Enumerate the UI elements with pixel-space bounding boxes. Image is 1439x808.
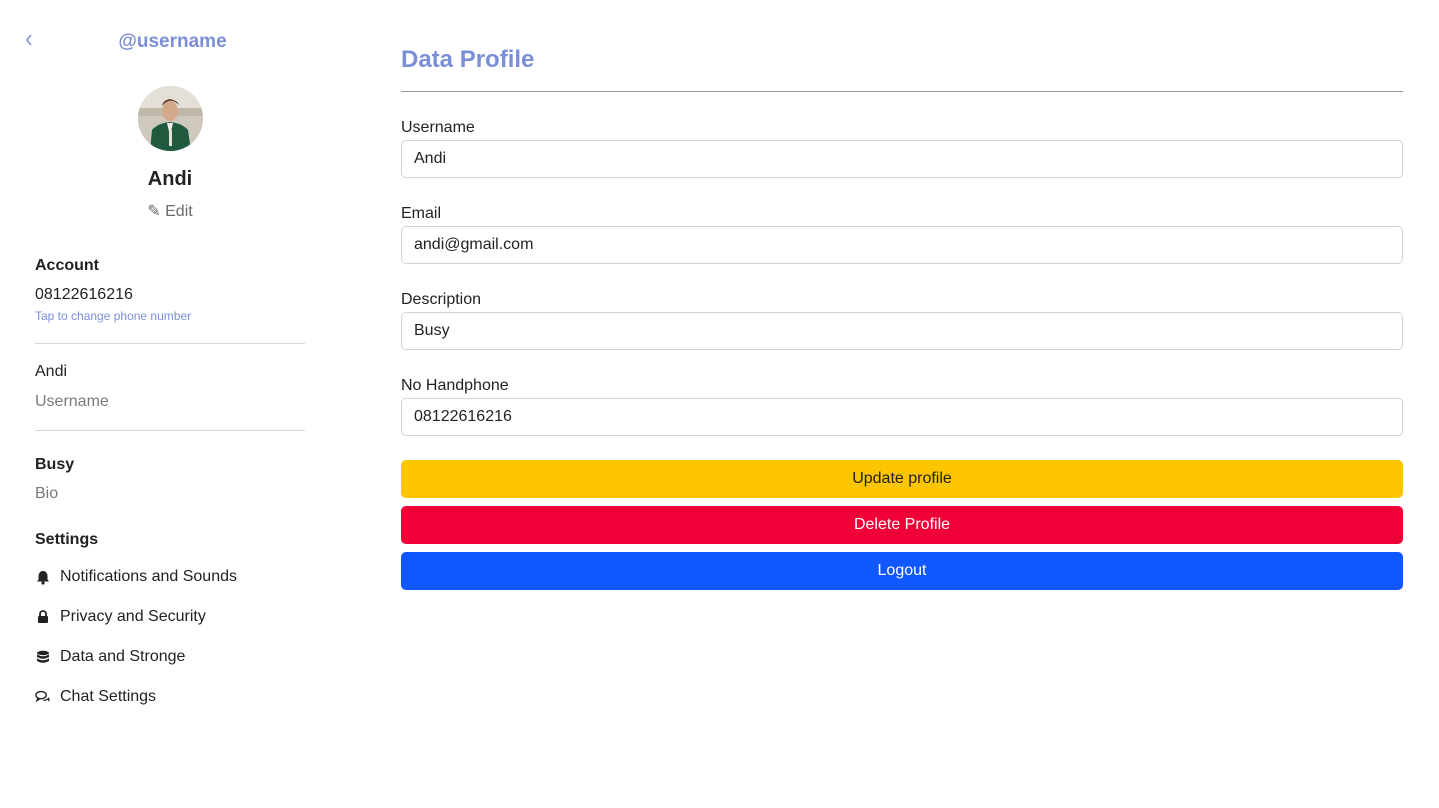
settings-item-chat[interactable]: Chat Settings bbox=[35, 685, 156, 709]
settings-section-title: Settings bbox=[35, 531, 99, 548]
username-input[interactable] bbox=[401, 140, 1403, 178]
email-input[interactable] bbox=[401, 226, 1403, 264]
settings-item-privacy[interactable]: Privacy and Security bbox=[35, 605, 206, 629]
profile-name: Andi bbox=[147, 168, 193, 190]
account-phone: 08122616216 bbox=[35, 286, 133, 303]
settings-item-label: Privacy and Security bbox=[60, 608, 206, 625]
database-icon bbox=[35, 650, 50, 665]
divider bbox=[35, 343, 305, 344]
account-section-title: Account bbox=[35, 257, 99, 274]
chat-icon bbox=[35, 690, 50, 705]
username-caption: Username bbox=[35, 393, 109, 410]
sidebar: @username Andi ✎ Edit Account 0812261621… bbox=[0, 0, 340, 808]
email-field-label: Email bbox=[401, 205, 442, 222]
settings-item-label: Notifications and Sounds bbox=[60, 568, 237, 585]
logout-button[interactable]: Logout bbox=[401, 552, 1403, 590]
username-handle: @username bbox=[118, 31, 227, 52]
avatar[interactable] bbox=[138, 86, 203, 151]
username-field-label: Username bbox=[401, 119, 475, 136]
bell-icon bbox=[35, 570, 50, 585]
phone-field-label: No Handphone bbox=[401, 377, 509, 394]
bio-caption: Bio bbox=[35, 485, 59, 502]
update-profile-button[interactable]: Update profile bbox=[401, 460, 1403, 498]
settings-item-label: Chat Settings bbox=[60, 688, 157, 705]
description-field-label: Description bbox=[401, 291, 482, 308]
username-value: Andi bbox=[35, 363, 68, 380]
description-input[interactable] bbox=[401, 312, 1403, 350]
lock-icon bbox=[35, 610, 50, 625]
settings-item-notifications[interactable]: Notifications and Sounds bbox=[35, 565, 237, 589]
divider bbox=[35, 430, 305, 431]
page-title: Data Profile bbox=[401, 46, 535, 73]
avatar-image bbox=[138, 86, 203, 151]
edit-profile-link[interactable]: ✎ Edit bbox=[0, 202, 340, 222]
change-phone-link[interactable]: Tap to change phone number bbox=[35, 308, 191, 324]
phone-input[interactable] bbox=[401, 398, 1403, 436]
settings-item-data[interactable]: Data and Stronge bbox=[35, 645, 185, 669]
settings-item-label: Data and Stronge bbox=[60, 648, 186, 665]
title-divider bbox=[401, 91, 1403, 92]
delete-profile-button[interactable]: Delete Profile bbox=[401, 506, 1403, 544]
bio-value: Busy bbox=[35, 456, 75, 473]
